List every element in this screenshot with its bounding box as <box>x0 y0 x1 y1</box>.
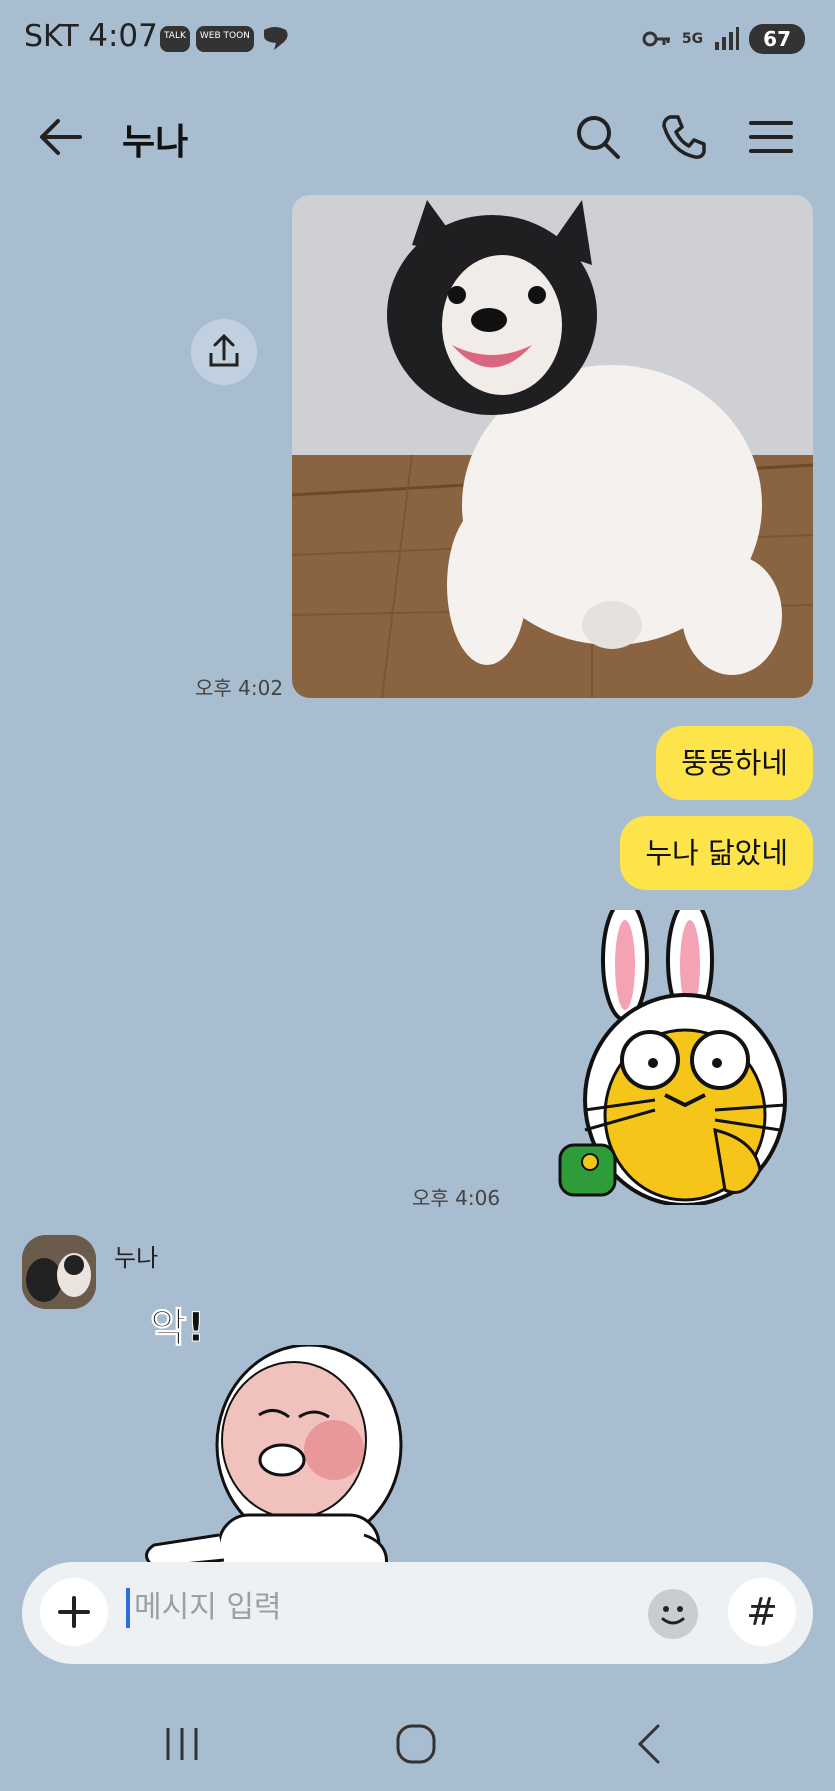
chat-header: 누나 <box>0 95 835 175</box>
scream-sticker[interactable]: 악! <box>134 1295 424 1585</box>
message-input[interactable]: 메시지 입력 <box>126 1588 282 1628</box>
network-type: 5G <box>681 31 704 47</box>
recent-apps-icon[interactable] <box>162 1724 202 1764</box>
status-bar: SKT 4:07 TALK WEB TOON 5G 67 <box>0 0 835 80</box>
message-bubble[interactable]: 누나 닮았네 <box>620 816 813 890</box>
message-time: 오후 4:02 <box>195 676 284 700</box>
dog-photo-image <box>292 195 813 698</box>
signal-icon <box>715 27 740 50</box>
avatar[interactable] <box>22 1235 96 1309</box>
home-icon[interactable] <box>394 1722 438 1766</box>
scream-sticker-image <box>145 1345 403 1585</box>
back-arrow-icon[interactable] <box>36 113 84 161</box>
menu-icon[interactable] <box>745 111 797 163</box>
avatar-image <box>22 1235 96 1309</box>
system-indicators: 5G 67 <box>642 24 805 54</box>
hashtag-search-button[interactable]: # <box>728 1578 796 1646</box>
share-icon <box>209 333 239 367</box>
vpn-key-icon <box>642 31 670 47</box>
battery-indicator: 67 <box>749 24 805 54</box>
chat-bubble-icon <box>263 27 288 50</box>
status-carrier-time: SKT 4:07 <box>24 18 158 54</box>
webtoon-icon: WEB TOON <box>195 26 254 52</box>
message-input-bar: 메시지 입력 # <box>22 1562 813 1664</box>
phone-icon[interactable] <box>658 111 710 163</box>
smiley-icon <box>661 1606 685 1625</box>
carrier-label: SKT <box>24 19 79 54</box>
search-icon[interactable] <box>572 111 624 163</box>
page-title: 누나 <box>122 122 189 163</box>
notification-icons: TALK WEB TOON <box>160 26 290 52</box>
message-bubble[interactable]: 뚱뚱하네 <box>656 726 813 800</box>
share-button[interactable] <box>191 319 257 385</box>
back-icon[interactable] <box>630 1722 670 1766</box>
bunny-sticker-image <box>558 898 787 1207</box>
emoticon-button[interactable] <box>648 1589 698 1639</box>
attach-button[interactable] <box>40 1578 108 1646</box>
sender-name: 누나 <box>114 1244 159 1272</box>
kakaotalk-icon: TALK <box>160 26 190 52</box>
dog-photo[interactable] <box>292 195 813 698</box>
clock: 4:07 <box>88 18 158 54</box>
plus-icon <box>58 1596 90 1628</box>
bunny-sticker[interactable] <box>515 898 800 1207</box>
message-time: 오후 4:06 <box>412 1186 501 1210</box>
system-nav-bar <box>0 1700 835 1791</box>
